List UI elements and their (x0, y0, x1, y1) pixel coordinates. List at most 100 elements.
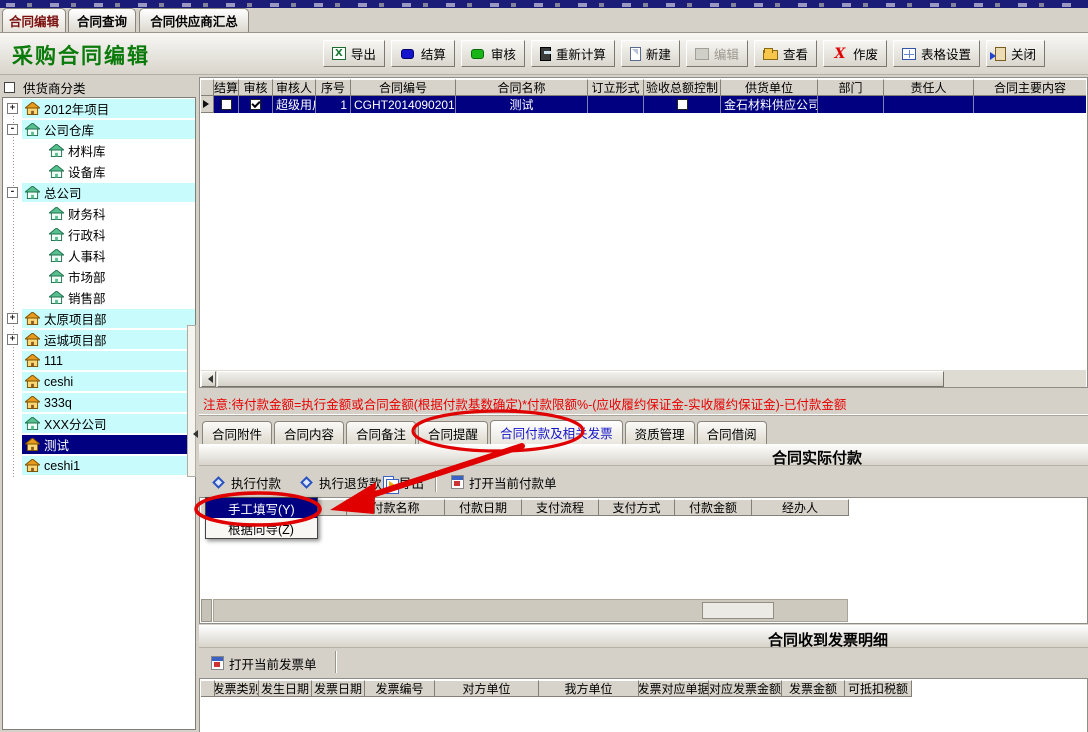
contract-row[interactable]: 超级用户 1 CGHT2014090201 测试 金石材料供应公司 (201, 96, 1086, 113)
scrollbar-thumb[interactable] (702, 602, 774, 619)
tree-item[interactable]: 太原项目部 (3, 308, 195, 329)
export-button[interactable]: 导出 (323, 40, 385, 67)
tree-item[interactable]: 人事科 (3, 245, 195, 266)
column-header[interactable]: 可抵扣税额 (845, 680, 912, 697)
detail-tab-label: 资质管理 (635, 424, 685, 443)
detail-tab[interactable]: 合同借阅 (697, 421, 767, 444)
tree-expand-toggle-icon[interactable] (7, 124, 18, 135)
column-header[interactable]: 序号 (316, 79, 351, 96)
column-header[interactable]: 对应发票金额 (709, 680, 782, 697)
tab-label: 合同供应商汇总 (150, 11, 238, 30)
supplier-category-checkbox[interactable] (4, 82, 15, 93)
acceptance-checkbox[interactable] (677, 99, 688, 110)
detail-tab[interactable]: 合同内容 (274, 421, 344, 444)
tree-item[interactable]: 行政科 (3, 224, 195, 245)
open-doc-icon (451, 475, 464, 489)
contract-grid-hscrollbar[interactable] (201, 369, 1086, 387)
column-header[interactable]: 发票类别 (215, 680, 259, 697)
open-invoice-doc-button[interactable]: 打开当前发票单 (207, 651, 321, 675)
column-header[interactable]: 订立形式 (588, 79, 644, 96)
column-header[interactable]: 我方单位 (539, 680, 639, 697)
detail-tab-label: 合同内容 (284, 424, 334, 443)
tree-expand-toggle-icon[interactable] (7, 103, 18, 114)
tree-item[interactable]: 111 (3, 350, 195, 371)
column-header[interactable]: 结算 (214, 79, 239, 96)
tree-item[interactable]: 2012年项目 (3, 98, 195, 119)
scroll-left-icon[interactable] (201, 371, 216, 387)
detail-tab[interactable]: 合同付款及相关发票 (490, 420, 623, 444)
tab-contract-edit[interactable]: 合同编辑 (2, 8, 66, 32)
menu-item-manual-fill[interactable]: 手工填写(Y) (206, 498, 317, 518)
column-header[interactable]: 验收总额控制 (644, 79, 721, 96)
house-icon (25, 375, 40, 388)
column-header[interactable]: 发票编号 (365, 680, 435, 697)
void-button[interactable]: 作废 (823, 40, 887, 67)
tree-item[interactable]: 333q (3, 392, 195, 413)
column-header[interactable]: 审核 (239, 79, 273, 96)
tree-item[interactable]: 财务科 (3, 203, 195, 224)
tree-item[interactable]: ceshi (3, 371, 195, 392)
tree-expand-toggle-icon[interactable] (7, 313, 18, 324)
settle-button[interactable]: 结算 (391, 40, 455, 67)
column-header[interactable]: 支付流程 (522, 499, 599, 516)
column-header[interactable]: 审核人 (273, 79, 316, 96)
tree-item[interactable]: ceshi1 (3, 455, 195, 476)
column-header[interactable]: 责任人 (884, 79, 974, 96)
tree-item[interactable]: 销售部 (3, 287, 195, 308)
column-header[interactable]: 付款名称 (347, 499, 445, 516)
splitter-collapse-icon[interactable] (189, 430, 198, 438)
detail-tab[interactable]: 合同附件 (202, 421, 272, 444)
column-header[interactable]: 发票对应单据 (639, 680, 709, 697)
audit-checkbox[interactable] (250, 99, 261, 110)
detail-tab[interactable]: 资质管理 (625, 421, 695, 444)
column-header[interactable]: 发生日期 (259, 680, 312, 697)
column-header[interactable]: 合同名称 (456, 79, 588, 96)
execute-refund-button[interactable]: 执行退货款 (295, 470, 386, 494)
tab-contract-query[interactable]: 合同查询 (68, 8, 136, 32)
tree-item[interactable]: 市场部 (3, 266, 195, 287)
column-header[interactable]: 发票金额 (782, 680, 845, 697)
tree-item[interactable]: 材料库 (3, 140, 195, 161)
tree-item[interactable]: 总公司 (3, 182, 195, 203)
diamond-icon (212, 476, 225, 489)
column-header[interactable]: 经办人 (752, 499, 849, 516)
column-header[interactable]: 合同编号 (351, 79, 456, 96)
column-header[interactable]: 付款金额 (675, 499, 752, 516)
column-header[interactable]: 对方单位 (435, 680, 539, 697)
export-payment-button[interactable]: 导出 (379, 470, 428, 494)
column-header[interactable]: 付款日期 (445, 499, 522, 516)
view-button[interactable]: 查看 (754, 40, 817, 67)
column-header[interactable]: 发票日期 (312, 680, 365, 697)
house-icon (25, 417, 40, 430)
tree-expand-toggle-icon[interactable] (7, 187, 18, 198)
tab-supplier-summary[interactable]: 合同供应商汇总 (139, 8, 249, 32)
menu-item-wizard[interactable]: 根据向导(Z) (206, 518, 317, 538)
payment-grid-hscrollbar[interactable] (213, 599, 848, 622)
tree-expand-toggle-icon[interactable] (7, 334, 18, 345)
column-header[interactable]: 支付方式 (599, 499, 675, 516)
tree-vertical-scrollbar[interactable] (187, 325, 196, 477)
recalculate-button[interactable]: 重新计算 (531, 40, 615, 67)
tree-item[interactable]: 设备库 (3, 161, 195, 182)
scrollbar-thumb[interactable] (217, 371, 944, 387)
audit-button[interactable]: 审核 (461, 40, 525, 67)
tree-item[interactable]: 公司仓库 (3, 119, 195, 140)
open-payment-doc-button[interactable]: 打开当前付款单 (447, 470, 561, 494)
execute-payment-button[interactable]: 执行付款 (207, 470, 285, 494)
tree-item[interactable]: 运城项目部 (3, 329, 195, 350)
seq-cell: 1 (316, 96, 351, 113)
tree-item[interactable]: XXX分公司 (3, 413, 195, 434)
detail-tab[interactable]: 合同提醒 (418, 421, 488, 444)
column-header[interactable]: 供货单位 (721, 79, 818, 96)
tree-item-label: 行政科 (68, 225, 106, 244)
tree-item[interactable]: 测试 (3, 434, 195, 455)
new-button[interactable]: 新建 (621, 40, 680, 67)
settle-checkbox[interactable] (221, 99, 232, 110)
column-header[interactable]: 部门 (818, 79, 884, 96)
close-button[interactable]: 关闭 (986, 40, 1045, 67)
detail-tab[interactable]: 合同备注 (346, 421, 416, 444)
tree-item-label: ceshi1 (44, 459, 80, 473)
edit-button[interactable]: 编辑 (686, 40, 748, 67)
table-settings-button[interactable]: 表格设置 (893, 40, 980, 67)
column-header[interactable]: 合同主要内容 (974, 79, 1086, 96)
